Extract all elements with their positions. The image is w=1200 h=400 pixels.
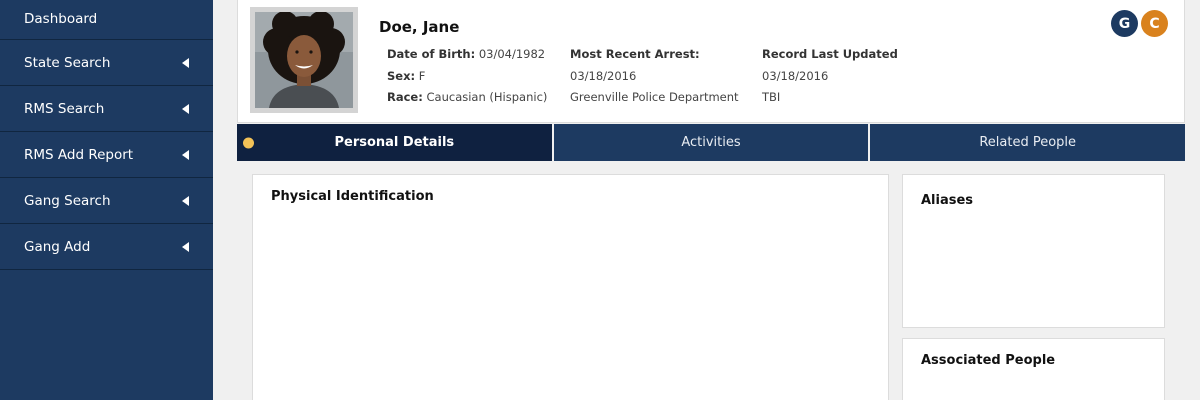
subject-photo-frame bbox=[250, 7, 358, 113]
sidebar-item-label: RMS Add Report bbox=[24, 146, 134, 163]
panel-title: Physical Identification bbox=[271, 189, 434, 204]
tab-label: Related People bbox=[979, 135, 1077, 150]
updated-label-text: Record Last Updated bbox=[762, 47, 898, 61]
arrest-label-text: Most Recent Arrest: bbox=[570, 47, 700, 61]
indicator-dot-icon bbox=[243, 137, 254, 148]
caret-left-icon bbox=[182, 149, 189, 160]
tab-activities[interactable]: Activities bbox=[553, 124, 871, 161]
subject-header-card: Doe, Jane Date of Birth: 03/04/1982 Sex:… bbox=[237, 0, 1185, 123]
race-label: Race: bbox=[387, 90, 423, 104]
sidebar-item-label: Dashboard bbox=[24, 11, 98, 27]
sidebar-item-label: RMS Search bbox=[24, 100, 105, 117]
caret-left-icon bbox=[182, 57, 189, 68]
tab-label: Activities bbox=[681, 135, 741, 150]
panel-title: Aliases bbox=[921, 193, 974, 208]
caret-left-icon bbox=[182, 241, 189, 252]
record-updated-date: 03/18/2016 bbox=[762, 69, 829, 83]
dob-field: Date of Birth: 03/04/1982 bbox=[387, 47, 545, 61]
sidebar-item-label: State Search bbox=[24, 54, 111, 71]
main-content: Doe, Jane Date of Birth: 03/04/1982 Sex:… bbox=[213, 0, 1200, 400]
sidebar-item-state-search[interactable]: State Search bbox=[0, 40, 213, 86]
aliases-panel: Aliases bbox=[902, 174, 1165, 328]
sex-field: Sex: F bbox=[387, 69, 425, 83]
sex-label: Sex: bbox=[387, 69, 416, 83]
arrest-date: 03/18/2016 bbox=[570, 69, 637, 83]
sidebar-item-label: Gang Add bbox=[24, 238, 91, 255]
subject-photo bbox=[255, 12, 353, 108]
sidebar-item-rms-add-report[interactable]: RMS Add Report bbox=[0, 132, 213, 178]
caret-left-icon bbox=[182, 103, 189, 114]
caret-left-icon bbox=[182, 195, 189, 206]
person-portrait-icon bbox=[255, 12, 353, 108]
arrest-agency: Greenville Police Department bbox=[570, 90, 739, 104]
sex-value: F bbox=[418, 69, 426, 83]
dob-label: Date of Birth: bbox=[387, 47, 476, 61]
subject-name: Doe, Jane bbox=[379, 18, 460, 36]
physical-identification-panel: Physical Identification bbox=[252, 174, 889, 400]
gang-badge[interactable]: G bbox=[1111, 10, 1138, 37]
dob-value: 03/04/1982 bbox=[478, 47, 546, 61]
race-value: Caucasian (Hispanic) bbox=[426, 90, 548, 104]
most-recent-arrest-label: Most Recent Arrest: bbox=[570, 47, 700, 61]
tab-personal-details[interactable]: Personal Details bbox=[237, 124, 554, 161]
sidebar-item-gang-search[interactable]: Gang Search bbox=[0, 178, 213, 224]
record-updated-by: TBI bbox=[762, 90, 781, 104]
sidebar-item-rms-search[interactable]: RMS Search bbox=[0, 86, 213, 132]
tab-related-people[interactable]: Related People bbox=[870, 124, 1186, 161]
panel-title: Associated People bbox=[921, 353, 1056, 368]
sidebar: Dashboard State Search RMS Search RMS Ad… bbox=[0, 0, 213, 400]
tab-label: Personal Details bbox=[334, 135, 455, 150]
sidebar-item-label: Gang Search bbox=[24, 192, 111, 209]
sidebar-item-gang-add[interactable]: Gang Add bbox=[0, 224, 213, 270]
associated-people-panel: Associated People bbox=[902, 338, 1165, 400]
sidebar-item-dashboard[interactable]: Dashboard bbox=[0, 0, 213, 40]
race-field: Race: Caucasian (Hispanic) bbox=[387, 90, 547, 104]
record-updated-label: Record Last Updated bbox=[762, 47, 898, 61]
profile-tabs: Personal Details Activities Related Peop… bbox=[237, 124, 1186, 161]
criminal-badge[interactable]: C bbox=[1141, 10, 1168, 37]
